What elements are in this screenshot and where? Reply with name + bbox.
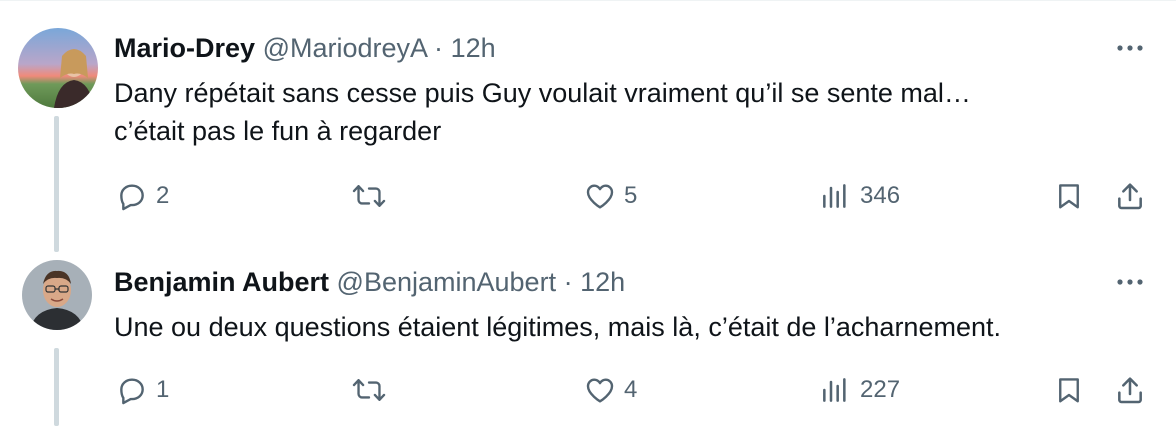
like-icon: [586, 378, 614, 403]
retweet-button[interactable]: [352, 176, 394, 216]
tweet-text-line: c’était pas le fun à regarder: [114, 116, 442, 146]
views-count: 346: [860, 182, 901, 209]
views-icon: [823, 184, 846, 208]
avatar[interactable]: [18, 28, 98, 108]
reply-button[interactable]: 1: [116, 370, 169, 410]
more-icon[interactable]: [1112, 272, 1148, 292]
action-bar: 1 4 227: [0, 370, 1176, 410]
views-count: 227: [860, 376, 901, 403]
like-button[interactable]: 5: [584, 176, 637, 216]
action-bar: 2 5 346: [0, 176, 1176, 216]
avatar[interactable]: [22, 260, 92, 330]
reply-icon: [120, 184, 144, 211]
share-button[interactable]: [1114, 176, 1146, 216]
separator: ·: [563, 267, 573, 297]
bookmark-icon: [1059, 378, 1079, 403]
retweet-icon: [352, 379, 386, 401]
like-count: 5: [624, 182, 638, 209]
views-button[interactable]: 346: [818, 176, 900, 216]
user-handle[interactable]: @MariodreyA: [263, 33, 427, 63]
timestamp[interactable]: 12h: [580, 267, 625, 297]
tweet-text: Une ou deux questions étaient légitimes,…: [114, 308, 1144, 346]
retweet-button[interactable]: [352, 370, 394, 410]
share-button[interactable]: [1114, 370, 1146, 410]
retweet-icon: [352, 185, 386, 207]
tweet-text-line: Dany répétait sans cesse puis Guy voulai…: [114, 78, 971, 108]
reply-icon: [120, 378, 144, 405]
share-icon: [1118, 377, 1142, 404]
views-button[interactable]: 227: [818, 370, 900, 410]
reply-count: 1: [156, 376, 170, 403]
tweet-text-line: Une ou deux questions étaient légitimes,…: [114, 312, 1001, 342]
user-handle[interactable]: @BenjaminAubert: [337, 267, 557, 297]
views-icon: [823, 378, 846, 402]
more-icon[interactable]: [1112, 38, 1148, 58]
bookmark-button[interactable]: [1054, 370, 1084, 410]
display-name[interactable]: Benjamin Aubert: [114, 267, 329, 297]
bookmark-button[interactable]: [1054, 176, 1084, 216]
like-count: 4: [624, 376, 638, 403]
like-icon: [586, 184, 614, 209]
bookmark-icon: [1059, 184, 1079, 209]
like-button[interactable]: 4: [584, 370, 637, 410]
tweet-header: Mario-Drey @MariodreyA · 12h: [114, 32, 496, 64]
display-name[interactable]: Mario-Drey: [114, 33, 255, 63]
tweet-text: Dany répétait sans cesse puis Guy voulai…: [114, 74, 1144, 150]
separator: ·: [434, 33, 444, 63]
timestamp[interactable]: 12h: [451, 33, 496, 63]
reply-count: 2: [156, 182, 170, 209]
tweet-header: Benjamin Aubert @BenjaminAubert · 12h: [114, 266, 625, 298]
reply-button[interactable]: 2: [116, 176, 169, 216]
share-icon: [1118, 183, 1142, 210]
